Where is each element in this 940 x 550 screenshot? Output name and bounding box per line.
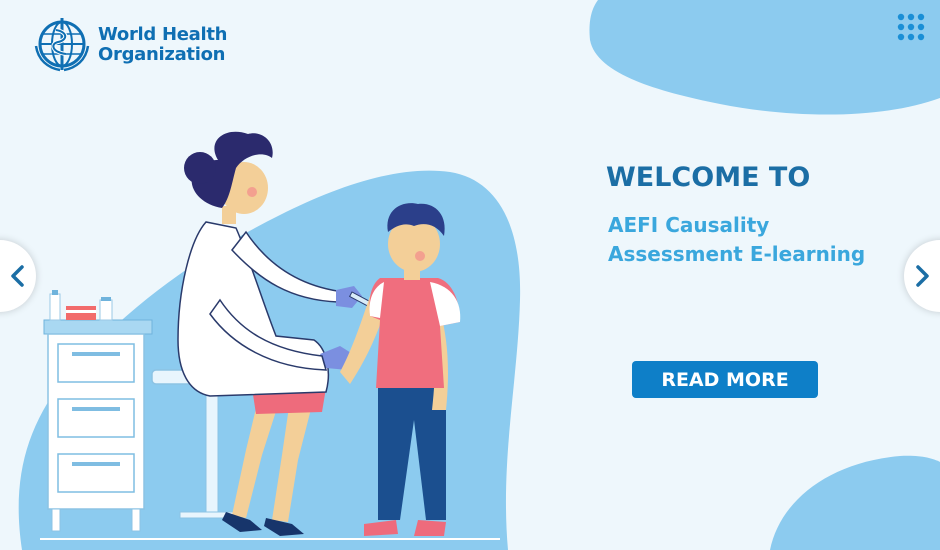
brand-name-line1: World Health [98, 24, 228, 45]
brand-name-line2: Organization [98, 44, 226, 65]
course-title: AEFI Causality Assessment E-learning [608, 211, 865, 269]
bottom-right-blob [770, 455, 940, 550]
top-right-blob [589, 0, 940, 115]
medical-cabinet [43, 290, 153, 532]
chevron-left-icon [11, 265, 24, 287]
who-logo[interactable]: World Health Organization [32, 16, 227, 74]
read-more-button[interactable]: READ MORE [632, 361, 818, 398]
hero-illustration [18, 0, 940, 550]
course-title-line2: Assessment E-learning [608, 242, 866, 266]
grid-menu-icon [897, 13, 925, 41]
who-wordmark: World Health Organization [98, 25, 227, 65]
who-emblem-icon [34, 18, 90, 72]
grid-menu-button[interactable] [894, 12, 928, 46]
course-title-line1: AEFI Causality [608, 213, 770, 237]
chevron-right-icon [916, 265, 929, 287]
welcome-heading: WELCOME TO [606, 162, 811, 193]
slide-stage: World Health Organization WELCOME TO AEF… [0, 0, 940, 550]
